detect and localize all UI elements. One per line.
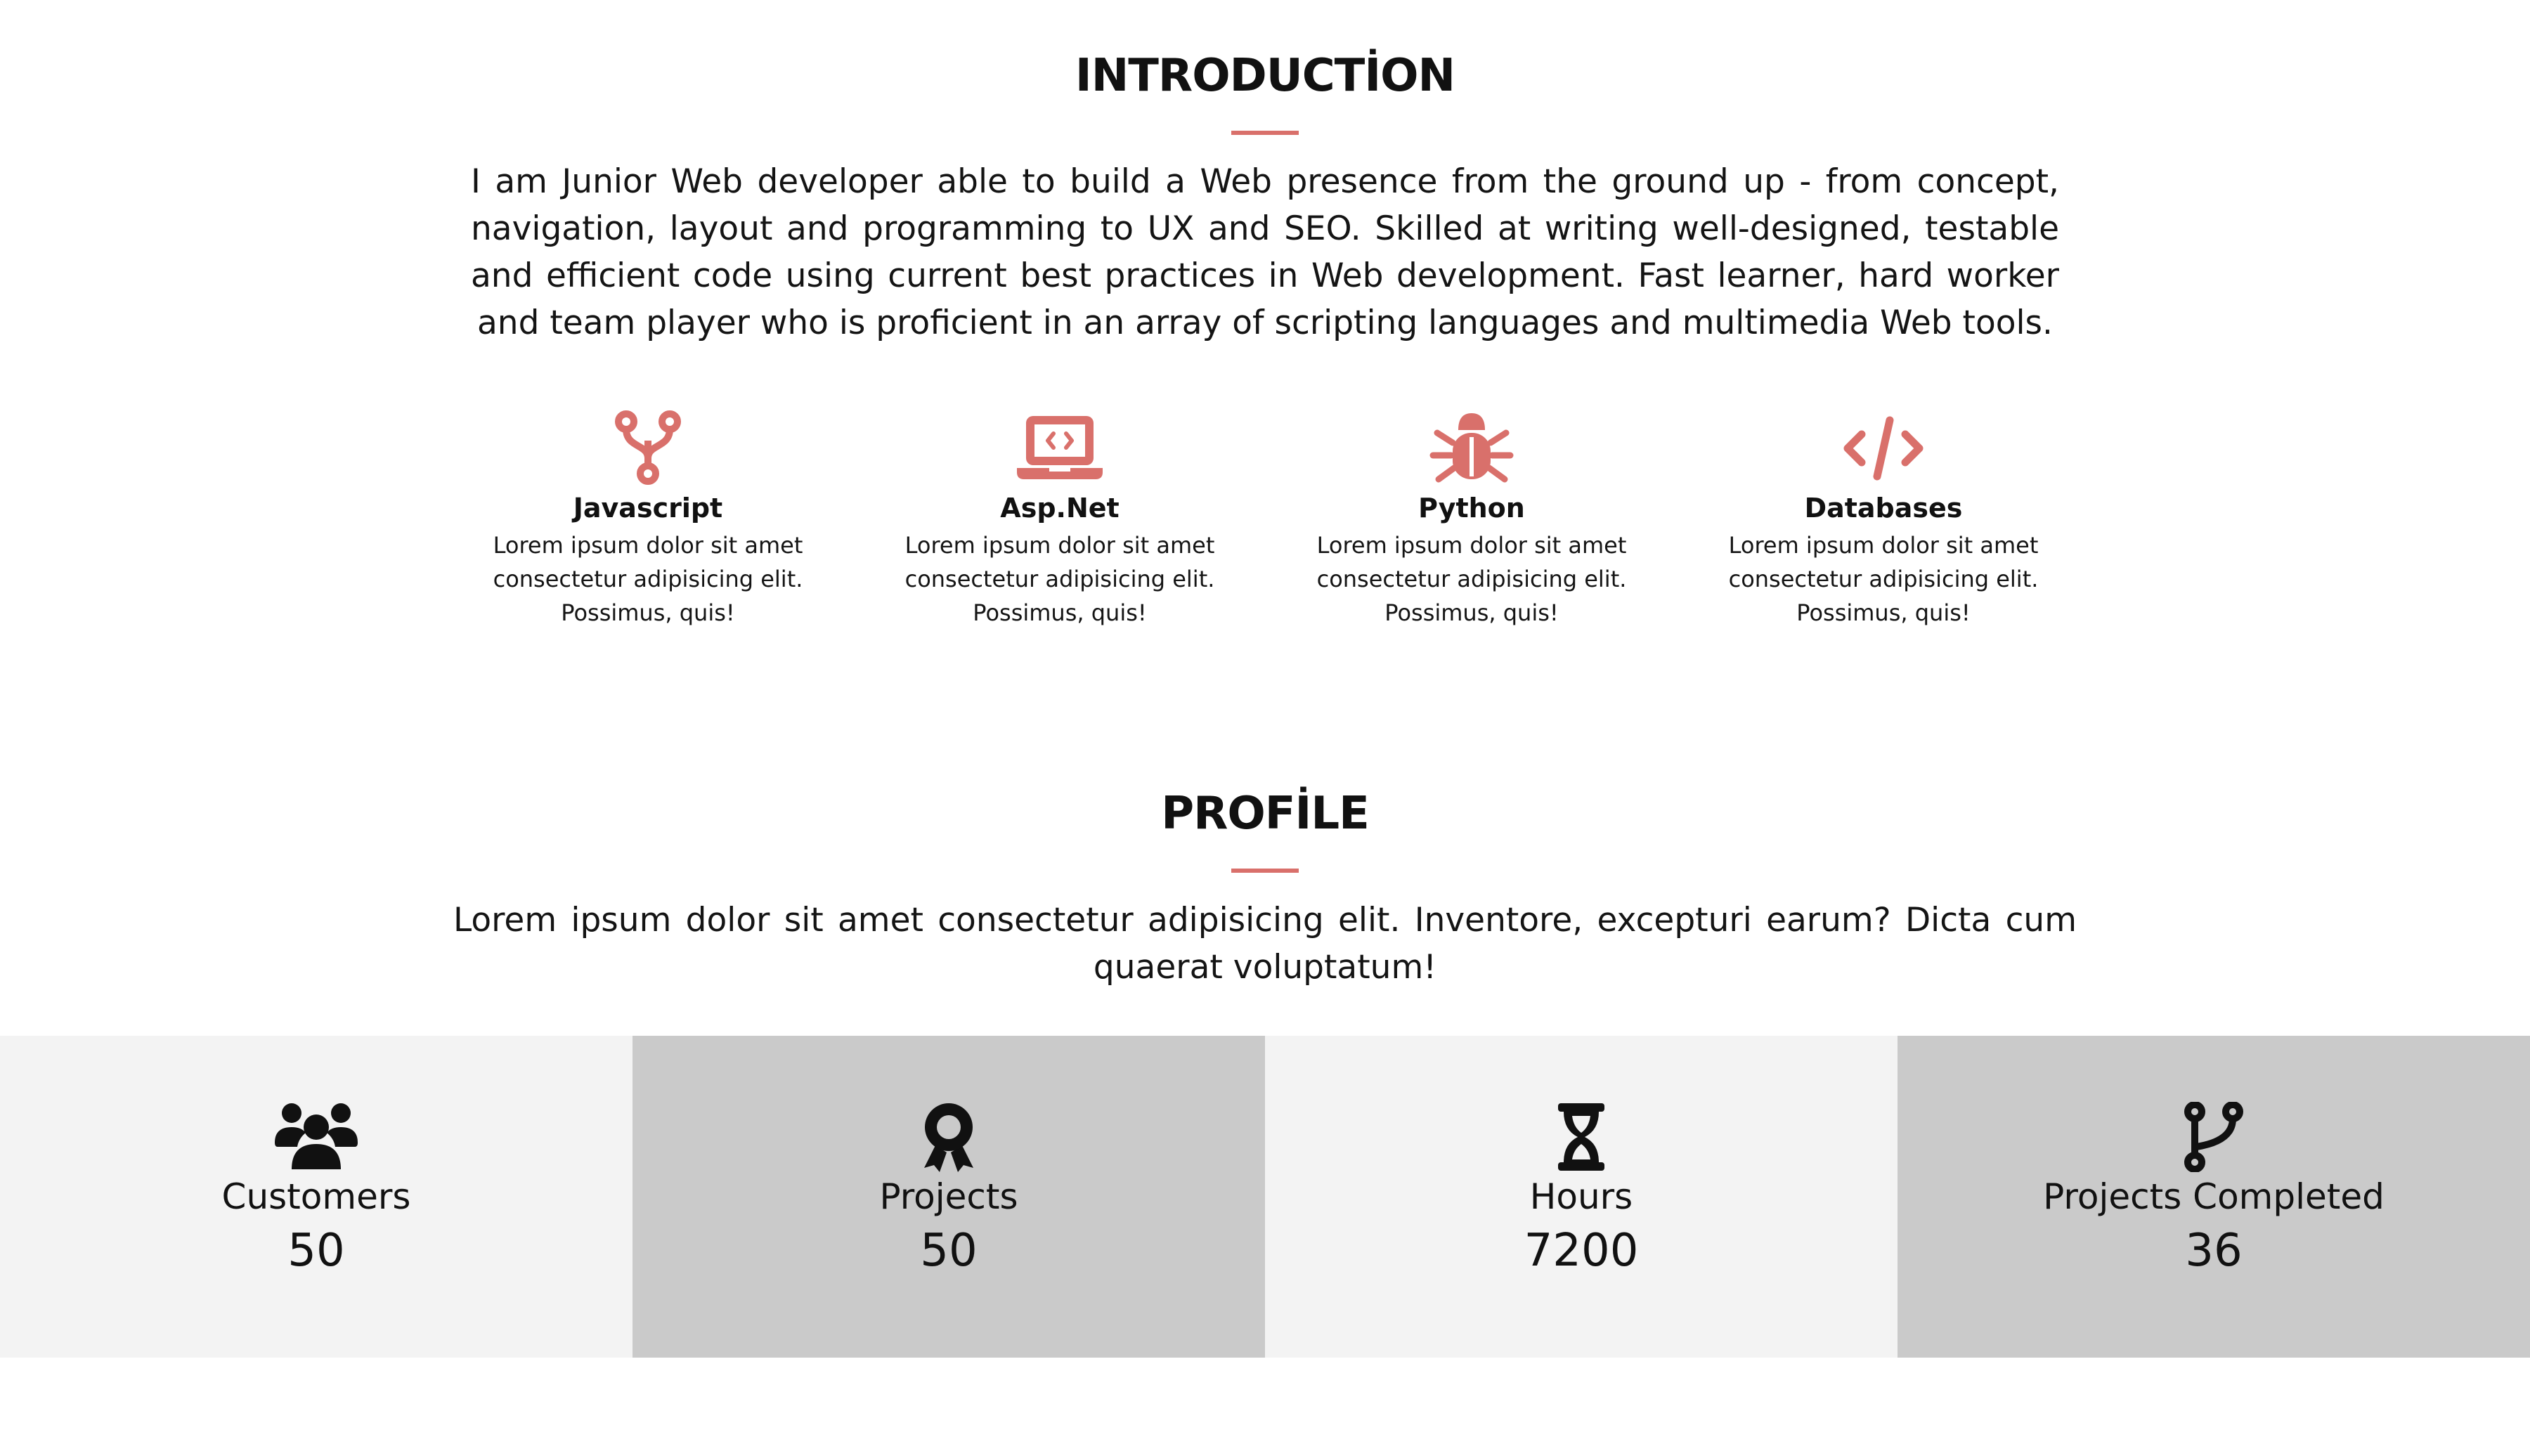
skill-title: Python bbox=[1418, 493, 1525, 524]
stat-label: Customers bbox=[221, 1176, 411, 1217]
skill-title: Asp.Net bbox=[1000, 493, 1120, 524]
stat-hours: Hours 7200 bbox=[1265, 1036, 1897, 1358]
skill-title: Databases bbox=[1804, 493, 1963, 524]
stat-label: Projects bbox=[879, 1176, 1018, 1217]
introduction-title: INTRODUCTİON bbox=[1075, 50, 1455, 102]
stat-value: 7200 bbox=[1524, 1225, 1639, 1277]
skill-description: Lorem ipsum dolor sit amet consectetur a… bbox=[1728, 532, 2039, 626]
skill-card-javascript: Javascript Lorem ipsum dolor sit amet co… bbox=[483, 409, 813, 630]
profile-text: Lorem ipsum dolor sit amet consectetur a… bbox=[453, 901, 2077, 987]
stat-value: 50 bbox=[920, 1225, 978, 1277]
code-branch-icon bbox=[2184, 1102, 2243, 1172]
skill-description: Lorem ipsum dolor sit amet consectetur a… bbox=[904, 532, 1215, 626]
stat-label: Hours bbox=[1529, 1176, 1633, 1217]
profile-title: PROFİLE bbox=[1161, 788, 1370, 840]
stat-label: Projects Completed bbox=[2043, 1176, 2385, 1217]
stat-projects-completed: Projects Completed 36 bbox=[1897, 1036, 2530, 1358]
skill-card-aspnet: Asp.Net Lorem ipsum dolor sit amet conse… bbox=[895, 409, 1225, 630]
skill-description: Lorem ipsum dolor sit amet consectetur a… bbox=[493, 532, 803, 626]
profile-divider bbox=[1231, 869, 1299, 873]
stat-value: 50 bbox=[287, 1225, 345, 1277]
users-icon bbox=[275, 1103, 358, 1169]
stat-projects: Projects 50 bbox=[632, 1036, 1265, 1358]
bug-icon bbox=[1429, 413, 1514, 483]
stat-value: 36 bbox=[2185, 1225, 2243, 1277]
skill-description: Lorem ipsum dolor sit amet consectetur a… bbox=[1316, 532, 1627, 626]
code-branch-icon bbox=[615, 410, 681, 485]
award-icon bbox=[924, 1103, 973, 1172]
laptop-code-icon bbox=[1017, 416, 1103, 479]
stats-bar: Customers 50 Projects 50 Hours 7200 Proj… bbox=[0, 1036, 2530, 1358]
stat-customers: Customers 50 bbox=[0, 1036, 632, 1358]
introduction-text: I am Junior Web developer able to build … bbox=[471, 162, 2059, 342]
hourglass-icon bbox=[1558, 1103, 1604, 1171]
skill-title: Javascript bbox=[573, 493, 723, 524]
skill-card-python: Python Lorem ipsum dolor sit amet consec… bbox=[1306, 409, 1637, 630]
code-icon bbox=[1843, 416, 1924, 481]
introduction-divider bbox=[1231, 131, 1299, 135]
skill-card-databases: Databases Lorem ipsum dolor sit amet con… bbox=[1718, 409, 2049, 630]
